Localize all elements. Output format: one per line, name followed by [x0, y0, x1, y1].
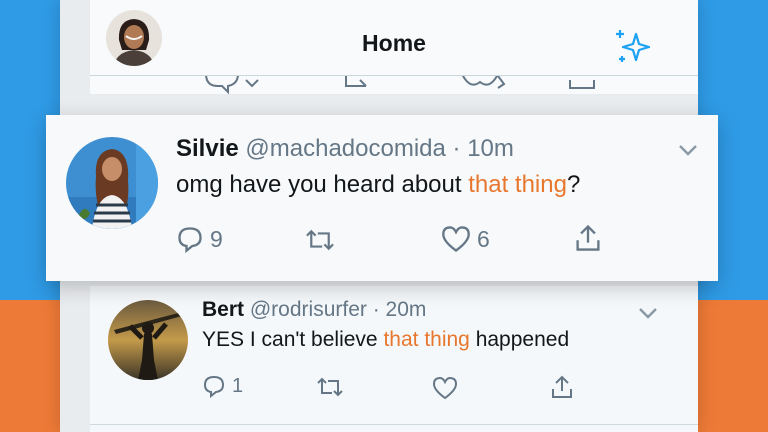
- share-icon: [552, 375, 572, 398]
- reply-count: 9: [210, 225, 223, 252]
- heart-icon: [432, 376, 458, 400]
- previous-tweet-actions: [90, 76, 698, 94]
- meta-separator: ·: [366, 298, 386, 321]
- share-button[interactable]: [574, 223, 602, 253]
- retweet-icon: [306, 229, 334, 251]
- retweet-button[interactable]: [316, 376, 350, 398]
- tweet-text: YES I can't believe that thing happened: [202, 328, 569, 352]
- user-handle[interactable]: @machadocomida: [245, 135, 445, 162]
- user-name[interactable]: Bert: [202, 298, 244, 321]
- retweet-icon: [317, 377, 343, 397]
- divider: [90, 424, 698, 425]
- tweet-text: omg have you heard about that thing?: [176, 171, 580, 199]
- reply-button[interactable]: 9: [176, 225, 223, 253]
- highlighted-phrase: that thing: [468, 171, 567, 198]
- like-button[interactable]: [432, 376, 464, 400]
- share-button[interactable]: [550, 374, 574, 400]
- user-name[interactable]: Silvie: [176, 135, 239, 162]
- tweet-time[interactable]: 10m: [467, 135, 514, 162]
- app-header: Home: [90, 0, 698, 76]
- user-handle[interactable]: @rodrisurfer: [250, 298, 367, 321]
- page-title: Home: [362, 30, 426, 56]
- tweet-time[interactable]: 20m: [386, 298, 427, 321]
- tweet-meta: Bert @rodrisurfer · 20m: [202, 298, 426, 322]
- tweet-text-part: happened: [469, 328, 570, 351]
- reply-count: 1: [232, 374, 244, 397]
- chevron-down-icon[interactable]: [678, 143, 698, 156]
- highlighted-phrase: that thing: [383, 328, 470, 351]
- reply-button[interactable]: 1: [202, 374, 243, 398]
- tweet-text-part: ?: [566, 171, 581, 198]
- user-avatar[interactable]: [108, 300, 188, 380]
- tweet-card-highlighted[interactable]: Silvie @machadocomida · 10m omg have you…: [46, 115, 718, 281]
- like-button[interactable]: 6: [441, 225, 490, 253]
- user-avatar[interactable]: [66, 137, 158, 229]
- tweet-text-part: omg have you heard about: [176, 171, 469, 198]
- reply-icon: [203, 375, 225, 398]
- sparkle-icon[interactable]: [612, 26, 656, 70]
- meta-separator: ·: [445, 135, 468, 162]
- share-icon: [576, 224, 600, 251]
- tweet-text-part: YES I can't believe: [202, 328, 384, 351]
- reply-icon: [178, 227, 202, 253]
- retweet-button[interactable]: [304, 228, 342, 252]
- like-count: 6: [477, 225, 490, 252]
- heart-icon: [442, 226, 470, 252]
- tweet-meta: Silvie @machadocomida · 10m: [176, 135, 514, 163]
- chevron-down-icon[interactable]: [638, 306, 658, 319]
- tweet-card[interactable]: Bert @rodrisurfer · 20m YES I can't beli…: [90, 286, 698, 432]
